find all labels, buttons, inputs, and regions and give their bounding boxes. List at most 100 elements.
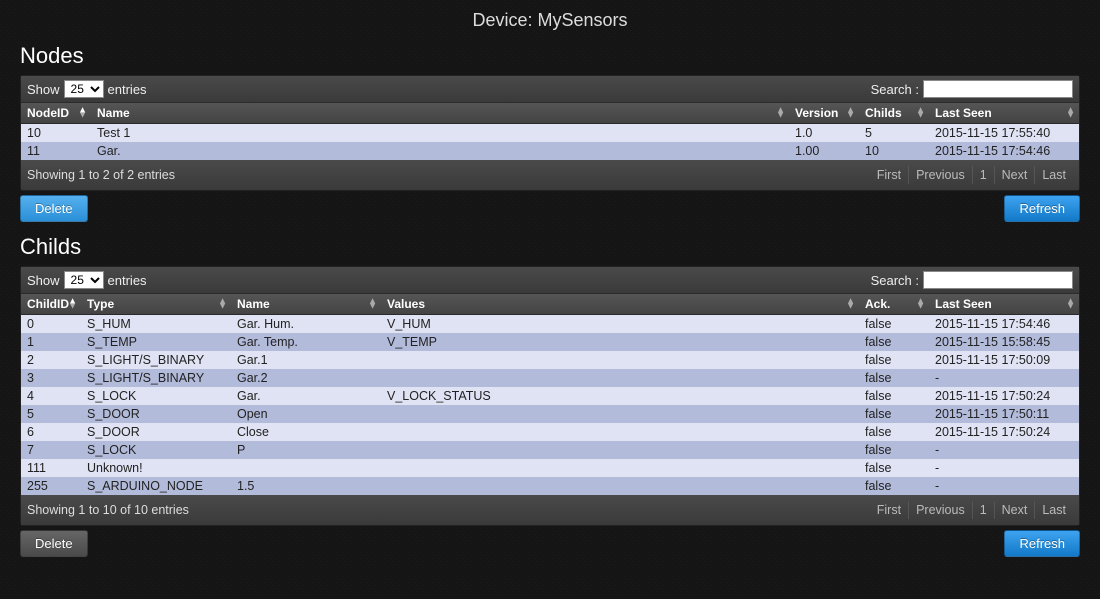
childs-table: ChildID▲▼ Type▲▼ Name▲▼ Values▲▼ Ack.▲▼ … (21, 294, 1079, 495)
cell: false (859, 441, 929, 459)
page-1[interactable]: 1 (972, 501, 994, 519)
col-nodeid[interactable]: NodeID▲▼ (21, 103, 91, 124)
childs-length-select[interactable]: 25 (64, 271, 104, 289)
cell: false (859, 459, 929, 477)
table-row[interactable]: 5S_DOOROpenfalse2015-11-15 17:50:11 (21, 405, 1079, 423)
childs-heading: Childs (20, 234, 1080, 260)
cell: S_ARDUINO_NODE (81, 477, 231, 495)
sort-icon: ▲▼ (916, 299, 925, 310)
cell: false (859, 423, 929, 441)
cell (381, 477, 859, 495)
col-lastseen[interactable]: Last Seen▲▼ (929, 103, 1079, 124)
cell: 1 (21, 333, 81, 351)
cell: 2 (21, 351, 81, 369)
cell: 2015-11-15 17:54:46 (929, 142, 1079, 160)
cell: S_LIGHT/S_BINARY (81, 351, 231, 369)
table-row[interactable]: 4S_LOCKGar.V_LOCK_STATUSfalse2015-11-15 … (21, 387, 1079, 405)
cell: 2015-11-15 17:50:24 (929, 423, 1079, 441)
cell: Test 1 (91, 124, 789, 143)
sort-asc-icon: ▲▼ (78, 108, 87, 119)
show-label: Show (27, 273, 60, 288)
childs-panel: Show 25 entries Search : ChildID▲▼ Type▲… (20, 266, 1080, 526)
nodes-info: Showing 1 to 2 of 2 entries (27, 168, 175, 182)
page-next[interactable]: Next (994, 166, 1035, 184)
sort-icon: ▲▼ (846, 299, 855, 310)
nodes-delete-button[interactable]: Delete (20, 195, 88, 222)
sort-asc-icon: ▲▼ (68, 299, 77, 310)
cell: S_LOCK (81, 441, 231, 459)
entries-label: entries (108, 273, 147, 288)
col-values[interactable]: Values▲▼ (381, 294, 859, 315)
childs-delete-button[interactable]: Delete (20, 530, 88, 557)
childs-length-control: Show 25 entries (27, 271, 147, 289)
cell: Gar. (231, 387, 381, 405)
cell: V_LOCK_STATUS (381, 387, 859, 405)
cell: Gar.2 (231, 369, 381, 387)
cell: Gar.1 (231, 351, 381, 369)
sort-icon: ▲▼ (1066, 299, 1075, 310)
childs-refresh-button[interactable]: Refresh (1004, 530, 1080, 557)
cell: V_HUM (381, 315, 859, 334)
cell: S_DOOR (81, 423, 231, 441)
table-row[interactable]: 0S_HUMGar. Hum.V_HUMfalse2015-11-15 17:5… (21, 315, 1079, 334)
cell: 1.5 (231, 477, 381, 495)
cell (381, 369, 859, 387)
nodes-length-select[interactable]: 25 (64, 80, 104, 98)
cell (381, 459, 859, 477)
col-name[interactable]: Name▲▼ (231, 294, 381, 315)
search-label: Search : (871, 273, 919, 288)
table-row[interactable]: 6S_DOORClosefalse2015-11-15 17:50:24 (21, 423, 1079, 441)
childs-search-input[interactable] (923, 271, 1073, 289)
sort-icon: ▲▼ (776, 108, 785, 119)
cell: false (859, 387, 929, 405)
cell: - (929, 477, 1079, 495)
nodes-refresh-button[interactable]: Refresh (1004, 195, 1080, 222)
col-name[interactable]: Name▲▼ (91, 103, 789, 124)
cell: 0 (21, 315, 81, 334)
table-row[interactable]: 111Unknown!false- (21, 459, 1079, 477)
page-prev[interactable]: Previous (908, 501, 972, 519)
col-version[interactable]: Version▲▼ (789, 103, 859, 124)
col-childid[interactable]: ChildID▲▼ (21, 294, 81, 315)
col-ack[interactable]: Ack.▲▼ (859, 294, 929, 315)
page-last[interactable]: Last (1034, 166, 1073, 184)
table-row[interactable]: 2S_LIGHT/S_BINARYGar.1false2015-11-15 17… (21, 351, 1079, 369)
table-row[interactable]: 11Gar.1.00102015-11-15 17:54:46 (21, 142, 1079, 160)
page-first[interactable]: First (870, 166, 908, 184)
search-label: Search : (871, 82, 919, 97)
cell: S_LIGHT/S_BINARY (81, 369, 231, 387)
cell: 5 (21, 405, 81, 423)
cell (381, 351, 859, 369)
cell: P (231, 441, 381, 459)
table-row[interactable]: 255S_ARDUINO_NODE1.5false- (21, 477, 1079, 495)
cell (231, 459, 381, 477)
show-label: Show (27, 82, 60, 97)
page-prev[interactable]: Previous (908, 166, 972, 184)
col-lastseen[interactable]: Last Seen▲▼ (929, 294, 1079, 315)
page-next[interactable]: Next (994, 501, 1035, 519)
page-last[interactable]: Last (1034, 501, 1073, 519)
table-row[interactable]: 3S_LIGHT/S_BINARYGar.2false- (21, 369, 1079, 387)
page-1[interactable]: 1 (972, 166, 994, 184)
col-type[interactable]: Type▲▼ (81, 294, 231, 315)
cell: S_HUM (81, 315, 231, 334)
cell: 255 (21, 477, 81, 495)
cell: - (929, 441, 1079, 459)
cell: 3 (21, 369, 81, 387)
cell: V_TEMP (381, 333, 859, 351)
cell: 2015-11-15 17:50:24 (929, 387, 1079, 405)
cell: false (859, 315, 929, 334)
cell: Close (231, 423, 381, 441)
col-childs[interactable]: Childs▲▼ (859, 103, 929, 124)
cell: false (859, 405, 929, 423)
nodes-search-input[interactable] (923, 80, 1073, 98)
cell (381, 423, 859, 441)
cell: 2015-11-15 17:55:40 (929, 124, 1079, 143)
nodes-heading: Nodes (20, 43, 1080, 69)
cell: 2015-11-15 17:54:46 (929, 315, 1079, 334)
table-row[interactable]: 7S_LOCKPfalse- (21, 441, 1079, 459)
cell: false (859, 369, 929, 387)
page-first[interactable]: First (870, 501, 908, 519)
table-row[interactable]: 1S_TEMPGar. Temp.V_TEMPfalse2015-11-15 1… (21, 333, 1079, 351)
table-row[interactable]: 10Test 11.052015-11-15 17:55:40 (21, 124, 1079, 143)
